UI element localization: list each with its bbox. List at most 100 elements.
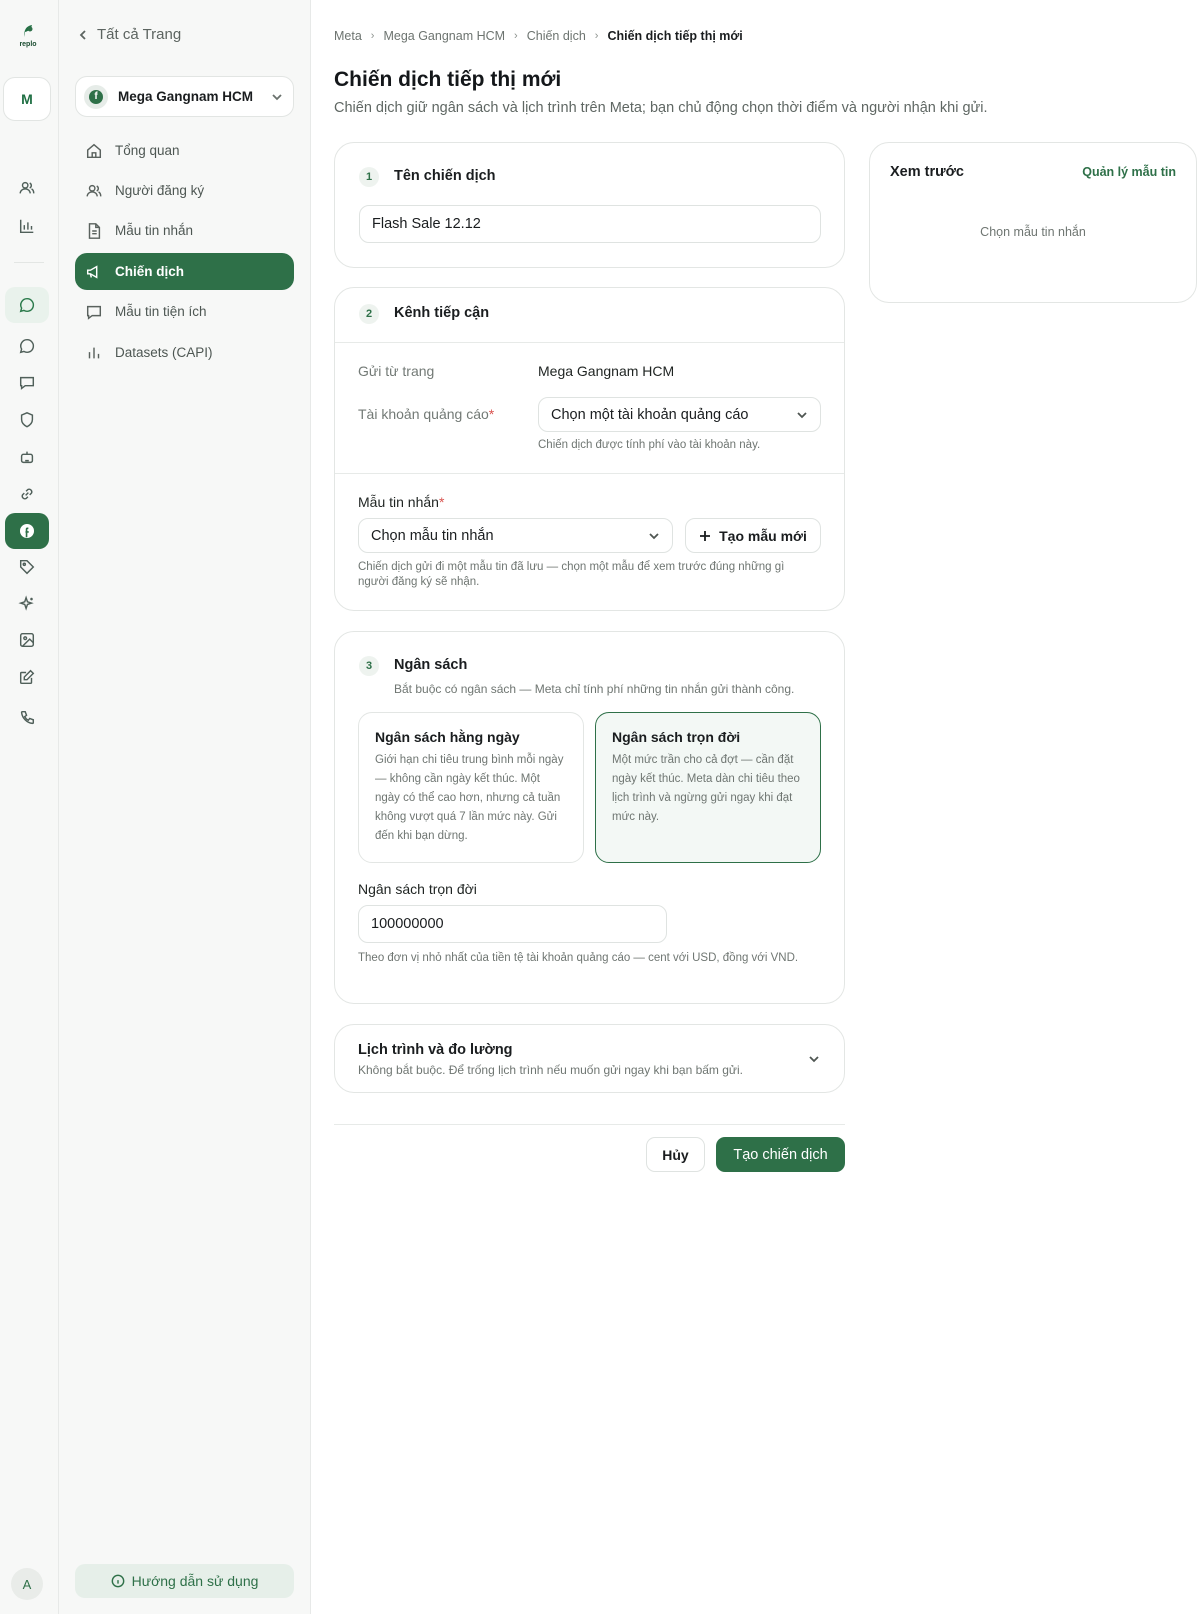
ad-account-label: Tài khoản quảng cáo* bbox=[358, 406, 495, 422]
rail-links[interactable] bbox=[5, 476, 49, 512]
nav-item-subscribers[interactable]: Người đăng ký bbox=[75, 172, 294, 209]
nav-item-label: Mẫu tin nhắn bbox=[115, 223, 194, 238]
template-select[interactable]: Chọn mẫu tin nhắn bbox=[358, 518, 673, 553]
document-icon bbox=[88, 222, 101, 239]
page-sidebar: Tất cả Trang f Mega Gangnam HCM Tổng qua… bbox=[59, 0, 311, 1614]
breadcrumb-item[interactable]: Meta bbox=[334, 29, 362, 43]
help-guide-button[interactable]: Hướng dẫn sử dụng bbox=[75, 1564, 294, 1598]
campaign-name-input[interactable]: Flash Sale 12.12 bbox=[359, 205, 821, 243]
budget-amount-label: Ngân sách trọn đời bbox=[358, 881, 477, 897]
template-placeholder: Chọn mẫu tin nhắn bbox=[371, 527, 494, 544]
home-icon bbox=[86, 143, 102, 158]
option-description: Giới hạn chi tiêu trung bình mỗi ngày — … bbox=[375, 754, 564, 842]
nav-item-message-templates[interactable]: Mẫu tin nhắn bbox=[75, 212, 294, 249]
from-page-label: Gửi từ trang bbox=[358, 363, 435, 379]
user-avatar[interactable]: A bbox=[11, 1568, 43, 1600]
chevron-down-icon[interactable] bbox=[808, 1053, 820, 1065]
nav-item-label: Người đăng ký bbox=[115, 183, 205, 198]
comment-icon bbox=[19, 376, 35, 390]
lifetime-budget-option[interactable]: Ngân sách trọn đời Một mức trần cho cả đ… bbox=[595, 712, 821, 863]
section-title: Tên chiến dịch bbox=[394, 168, 496, 184]
rail-chat[interactable] bbox=[5, 328, 49, 364]
option-title: Ngân sách hằng ngày bbox=[375, 729, 520, 745]
section-title: Lịch trình và đo lường bbox=[358, 1042, 513, 1058]
from-page-value: Mega Gangnam HCM bbox=[538, 363, 675, 379]
ad-account-select[interactable]: Chọn một tài khoản quảng cáo bbox=[538, 397, 821, 432]
breadcrumb-item[interactable]: Chiến dịch bbox=[527, 29, 586, 43]
schedule-card[interactable]: Lịch trình và đo lường Không bắt buộc. Đ… bbox=[334, 1024, 845, 1093]
bar-chart-icon bbox=[88, 347, 100, 358]
nav-item-campaigns[interactable]: Chiến dịch bbox=[75, 253, 294, 290]
page-selector[interactable]: f Mega Gangnam HCM bbox=[75, 76, 294, 117]
step-number: 1 bbox=[359, 167, 379, 187]
budget-subtitle: Bắt buộc có ngân sách — Meta chỉ tính ph… bbox=[394, 682, 795, 696]
rail-messaging[interactable] bbox=[5, 287, 49, 323]
bot-icon bbox=[20, 451, 34, 464]
chat-round-icon bbox=[19, 338, 35, 354]
rail-forms[interactable] bbox=[5, 659, 49, 695]
nav-item-utility-templates[interactable]: Mẫu tin tiện ích bbox=[75, 293, 294, 330]
step-number: 2 bbox=[359, 304, 379, 324]
nav-item-datasets[interactable]: Datasets (CAPI) bbox=[75, 334, 294, 371]
rail-bot[interactable] bbox=[5, 439, 49, 475]
users-icon bbox=[86, 184, 102, 196]
icon-rail: replo M A bbox=[0, 0, 59, 1614]
nav-item-overview[interactable]: Tổng quan bbox=[75, 132, 294, 169]
chevron-right-icon: › bbox=[514, 30, 518, 42]
breadcrumb-current: Chiến dịch tiếp thị mới bbox=[607, 29, 743, 43]
message-icon bbox=[86, 305, 102, 320]
rail-comments[interactable] bbox=[5, 365, 49, 401]
nav-item-label: Datasets (CAPI) bbox=[115, 345, 213, 360]
budget-amount-hint: Theo đơn vị nhỏ nhất của tiền tệ tài kho… bbox=[358, 952, 799, 964]
back-to-all-pages[interactable]: Tất cả Trang bbox=[77, 26, 181, 43]
megaphone-icon bbox=[86, 264, 98, 279]
chevron-down-icon bbox=[797, 411, 807, 418]
step-number: 3 bbox=[359, 656, 379, 676]
rail-facebook[interactable] bbox=[5, 513, 49, 549]
rail-ai[interactable] bbox=[5, 586, 49, 622]
rail-media[interactable] bbox=[5, 622, 49, 658]
nav-item-label: Mẫu tin tiện ích bbox=[115, 304, 207, 319]
preview-empty-text: Chọn mẫu tin nhắn bbox=[980, 225, 1086, 239]
page-title: Chiến dịch tiếp thị mới bbox=[334, 68, 562, 91]
chevron-right-icon: › bbox=[594, 30, 599, 42]
logo-text: replo bbox=[19, 41, 37, 48]
schedule-subtitle: Không bắt buộc. Để trống lịch trình nếu … bbox=[358, 1063, 743, 1077]
back-label: Tất cả Trang bbox=[97, 26, 182, 43]
rail-analytics[interactable] bbox=[5, 208, 49, 244]
cancel-button[interactable]: Hủy bbox=[646, 1137, 705, 1172]
chat-bubble-icon bbox=[19, 297, 35, 313]
ad-account-hint: Chiến dịch được tính phí vào tài khoản n… bbox=[538, 439, 761, 451]
users-icon bbox=[19, 181, 35, 194]
nav-item-label: Tổng quan bbox=[115, 143, 180, 158]
logo-mark-icon bbox=[24, 25, 33, 37]
nav-item-label: Chiến dịch bbox=[115, 264, 185, 279]
rail-security[interactable] bbox=[5, 402, 49, 438]
bar-chart-icon bbox=[19, 219, 34, 234]
phone-icon bbox=[20, 710, 35, 725]
breadcrumb-item[interactable]: Mega Gangnam HCM bbox=[383, 29, 505, 43]
manage-templates-link[interactable]: Quản lý mẫu tin bbox=[1082, 165, 1176, 179]
divider bbox=[335, 342, 844, 343]
rail-calls[interactable] bbox=[5, 700, 49, 736]
template-hint: Chiến dịch gửi đi một mẫu tin đã lưu — c… bbox=[358, 561, 785, 588]
plus-icon bbox=[700, 530, 711, 541]
budget-amount-input[interactable]: 100000000 bbox=[358, 905, 667, 943]
chevron-right-icon: › bbox=[370, 30, 375, 42]
rail-tags[interactable] bbox=[5, 549, 49, 585]
create-template-button[interactable]: Tạo mẫu mới bbox=[685, 518, 821, 553]
info-icon bbox=[111, 1574, 124, 1588]
option-description: Một mức trần cho cả đợt — cần đặt ngày k… bbox=[612, 754, 800, 823]
sparkle-icon bbox=[18, 595, 34, 611]
rail-contacts[interactable] bbox=[5, 170, 49, 206]
daily-budget-option[interactable]: Ngân sách hằng ngày Giới hạn chi tiêu tr… bbox=[358, 712, 584, 863]
page-subtitle: Chiến dịch giữ ngân sách và lịch trình t… bbox=[334, 100, 988, 116]
workspace-switcher[interactable]: M bbox=[3, 77, 51, 121]
page-name: Mega Gangnam HCM bbox=[118, 89, 254, 104]
create-campaign-button[interactable]: Tạo chiến dịch bbox=[716, 1137, 845, 1172]
section-title: Kênh tiếp cận bbox=[394, 305, 490, 321]
app-logo[interactable]: replo bbox=[15, 24, 41, 52]
tag-icon bbox=[19, 559, 35, 575]
option-title: Ngân sách trọn đời bbox=[612, 729, 741, 745]
section-title: Ngân sách bbox=[394, 657, 468, 673]
